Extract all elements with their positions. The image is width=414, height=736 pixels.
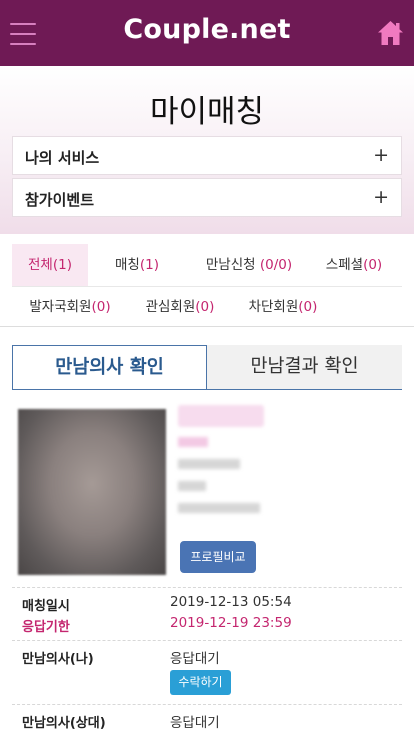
profile-info <box>178 404 398 513</box>
tab-meeting-intent[interactable]: 만남의사 확인 <box>12 345 207 390</box>
tab-count: (0) <box>298 299 318 315</box>
my-intent-label: 만남의사(나) <box>22 652 94 667</box>
match-date-value: 2019-12-13 05:54 <box>170 594 292 610</box>
tab-count: (0) <box>363 257 383 273</box>
filter-tab-interest[interactable]: 관심회원(0) <box>138 287 222 326</box>
accordion-label: 참가이벤트 <box>25 191 95 209</box>
tab-label: 관심회원 <box>145 299 196 315</box>
tab-label: 스페셜 <box>325 257 364 273</box>
blurred-text <box>178 481 206 491</box>
filter-tab-meeting-request[interactable]: 만남신청 (0/0) <box>196 244 302 286</box>
tab-label: 차단회원 <box>248 299 299 315</box>
my-intent-value: 응답대기 <box>170 651 220 667</box>
profile-compare-button[interactable]: 프로필비교 <box>180 541 256 573</box>
filter-tabs-row-1: 전체(1) 매칭(1) 만남신청 (0/0) 스페셜(0) <box>0 244 414 286</box>
partner-intent-label: 만남의사(상대) <box>22 716 106 731</box>
tab-label: 전체 <box>28 257 53 273</box>
tab-count: (1) <box>139 257 159 273</box>
deadline-value: 2019-12-19 23:59 <box>170 615 292 631</box>
tab-count: (0) <box>195 299 215 315</box>
tab-label: 매칭 <box>115 257 140 273</box>
match-date-label: 매칭일시 <box>22 599 70 614</box>
my-matching-header: 마이매칭 나의 서비스 + 참가이벤트 + <box>0 66 414 234</box>
tab-label: 만남신청 <box>205 257 260 273</box>
filter-tabs-row-2: 발자국회원(0) 관심회원(0) 차단회원(0) <box>0 287 414 327</box>
site-logo[interactable]: Couple.net <box>0 14 414 45</box>
plus-icon: + <box>373 186 389 208</box>
filter-tab-special[interactable]: 스페셜(0) <box>316 244 392 286</box>
partner-intent-value: 응답대기 <box>170 715 220 731</box>
accept-button[interactable]: 수락하기 <box>170 670 231 695</box>
top-bar: Couple.net <box>0 0 414 66</box>
blurred-text <box>178 503 260 513</box>
tab-meeting-result[interactable]: 만남결과 확인 <box>207 345 402 390</box>
divider <box>12 389 402 390</box>
plus-icon: + <box>373 144 389 166</box>
accordion-label: 나의 서비스 <box>25 149 100 167</box>
filter-tab-footprint[interactable]: 발자국회원(0) <box>20 287 120 326</box>
divider <box>12 587 402 588</box>
filter-tab-matching[interactable]: 매칭(1) <box>104 244 170 286</box>
filter-tab-blocked[interactable]: 차단회원(0) <box>241 287 325 326</box>
divider <box>12 640 402 641</box>
blurred-badge <box>178 405 264 427</box>
blurred-nickname <box>178 437 208 447</box>
accordion-events[interactable]: 참가이벤트 + <box>12 178 402 217</box>
tab-count: (1) <box>52 257 72 273</box>
home-icon[interactable] <box>377 20 404 46</box>
deadline-label: 응답기한 <box>22 620 70 635</box>
tab-count: (0/0) <box>259 257 293 273</box>
divider <box>12 704 402 705</box>
accordion-my-services[interactable]: 나의 서비스 + <box>12 136 402 175</box>
tab-count: (0) <box>91 299 111 315</box>
blurred-text <box>178 459 240 469</box>
profile-photo[interactable] <box>18 409 166 575</box>
page-title: 마이매칭 <box>149 94 265 130</box>
filter-tab-all[interactable]: 전체(1) <box>12 244 88 286</box>
tab-label: 발자국회원 <box>29 299 92 315</box>
